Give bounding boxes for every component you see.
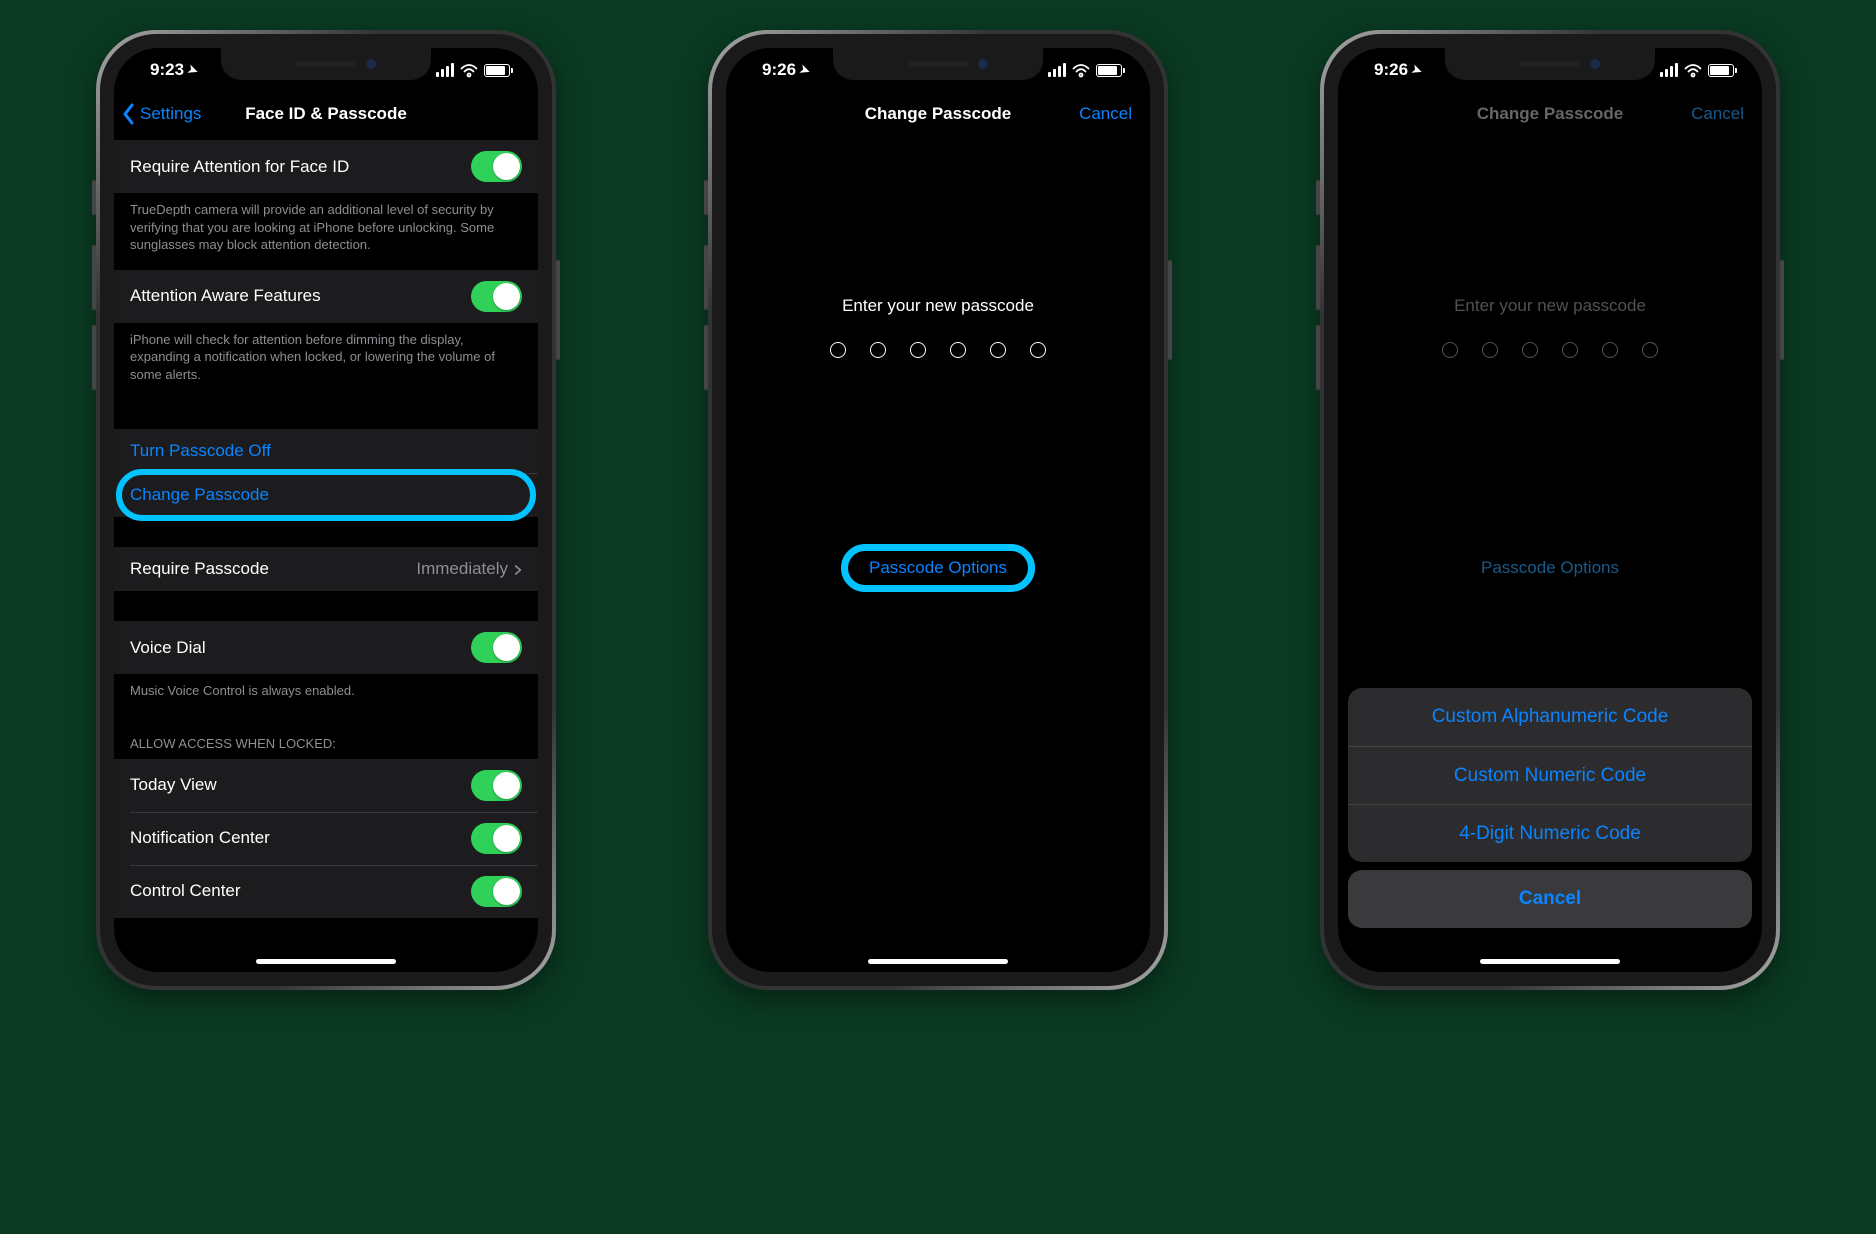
row-change-passcode[interactable]: Change Passcode (114, 473, 538, 517)
passcode-prompt: Enter your new passcode (726, 296, 1150, 316)
nav-bar: Change Passcode Cancel (726, 92, 1150, 136)
row-attention-aware[interactable]: Attention Aware Features (114, 270, 538, 323)
status-time: 9:26 (762, 60, 796, 80)
toggle-on-icon[interactable] (471, 770, 522, 801)
passcode-dot (1642, 342, 1658, 358)
toggle-on-icon[interactable] (471, 281, 522, 312)
row-label: Notification Center (130, 828, 270, 848)
row-label: Today View (130, 775, 217, 795)
nav-bar: Change Passcode Cancel (1338, 92, 1762, 136)
page-title: Change Passcode (1477, 104, 1623, 124)
passcode-dot (1442, 342, 1458, 358)
location-icon: ➤ (186, 62, 200, 79)
passcode-dot (1482, 342, 1498, 358)
back-label: Settings (140, 104, 201, 124)
passcode-dot (990, 342, 1006, 358)
row-label: Control Center (130, 881, 241, 901)
location-icon: ➤ (1410, 62, 1424, 79)
battery-icon (484, 64, 510, 77)
chevron-right-icon (514, 562, 522, 576)
row-footer: TrueDepth camera will provide an additio… (114, 193, 538, 270)
action-sheet: Custom Alphanumeric Code Custom Numeric … (1348, 688, 1752, 936)
passcode-dot (1562, 342, 1578, 358)
back-button[interactable]: Settings (122, 103, 201, 125)
phone-2-enter-passcode: 9:26 ➤ Change Passcode Cancel Enter your… (708, 30, 1168, 990)
status-time: 9:26 (1374, 60, 1408, 80)
passcode-dot (870, 342, 886, 358)
cellular-icon (436, 63, 454, 77)
battery-icon (1096, 64, 1122, 77)
sheet-custom-alphanumeric[interactable]: Custom Alphanumeric Code (1348, 688, 1752, 746)
home-indicator[interactable] (1480, 959, 1620, 964)
row-label: Attention Aware Features (130, 286, 321, 306)
section-header: Allow Access When Locked: (114, 716, 538, 759)
wifi-icon (1072, 63, 1090, 77)
passcode-options-label: Passcode Options (869, 558, 1007, 577)
passcode-dots (1338, 342, 1762, 358)
passcode-options[interactable]: Passcode Options (726, 558, 1150, 578)
sheet-cancel[interactable]: Cancel (1348, 870, 1752, 928)
passcode-dot (1602, 342, 1618, 358)
passcode-dot (910, 342, 926, 358)
battery-icon (1708, 64, 1734, 77)
passcode-entry: Enter your new passcode (1338, 136, 1762, 358)
row-turn-passcode-off[interactable]: Turn Passcode Off (114, 429, 538, 473)
toggle-on-icon[interactable] (471, 151, 522, 182)
passcode-dot (1522, 342, 1538, 358)
notch (1445, 48, 1655, 80)
row-voice-dial[interactable]: Voice Dial (114, 621, 538, 674)
row-require-attention[interactable]: Require Attention for Face ID (114, 140, 538, 193)
row-notification-center[interactable]: Notification Center (114, 812, 538, 865)
side-button (1168, 260, 1172, 360)
phone-3-passcode-options-sheet: 9:26 ➤ Change Passcode Cancel Enter your… (1320, 30, 1780, 990)
cancel-button[interactable]: Cancel (1079, 104, 1132, 124)
nav-bar: Settings Face ID & Passcode (114, 92, 538, 136)
side-button (1780, 260, 1784, 360)
cellular-icon (1048, 63, 1066, 77)
side-button (556, 260, 560, 360)
page-title: Face ID & Passcode (245, 104, 407, 124)
sheet-4digit-numeric[interactable]: 4-Digit Numeric Code (1348, 804, 1752, 862)
row-footer: iPhone will check for attention before d… (114, 323, 538, 400)
passcode-options[interactable]: Passcode Options (1338, 558, 1762, 578)
row-footer: Music Voice Control is always enabled. (114, 674, 538, 716)
row-label: Change Passcode (130, 485, 269, 505)
home-indicator[interactable] (868, 959, 1008, 964)
row-today-view[interactable]: Today View (114, 759, 538, 812)
toggle-on-icon[interactable] (471, 823, 522, 854)
row-label: Turn Passcode Off (130, 441, 271, 461)
chevron-left-icon (122, 103, 136, 125)
passcode-dot (830, 342, 846, 358)
page-title: Change Passcode (865, 104, 1011, 124)
sheet-custom-numeric[interactable]: Custom Numeric Code (1348, 746, 1752, 804)
row-label: Require Passcode (130, 559, 269, 579)
passcode-dot (1030, 342, 1046, 358)
cancel-button[interactable]: Cancel (1691, 104, 1744, 124)
home-indicator[interactable] (256, 959, 396, 964)
status-time: 9:23 (150, 60, 184, 80)
row-label: Require Attention for Face ID (130, 157, 349, 177)
notch (221, 48, 431, 80)
location-icon: ➤ (798, 62, 812, 79)
wifi-icon (460, 63, 478, 77)
passcode-entry: Enter your new passcode (726, 136, 1150, 358)
phone-1-faceid-settings: 9:23 ➤ Settings Face ID & Passcode (96, 30, 556, 990)
passcode-dots (726, 342, 1150, 358)
cellular-icon (1660, 63, 1678, 77)
passcode-prompt: Enter your new passcode (1338, 296, 1762, 316)
row-detail: Immediately (416, 559, 508, 579)
row-label: Voice Dial (130, 638, 206, 658)
toggle-on-icon[interactable] (471, 876, 522, 907)
toggle-on-icon[interactable] (471, 632, 522, 663)
row-control-center[interactable]: Control Center (114, 865, 538, 918)
row-require-passcode[interactable]: Require Passcode Immediately (114, 547, 538, 591)
wifi-icon (1684, 63, 1702, 77)
notch (833, 48, 1043, 80)
passcode-dot (950, 342, 966, 358)
